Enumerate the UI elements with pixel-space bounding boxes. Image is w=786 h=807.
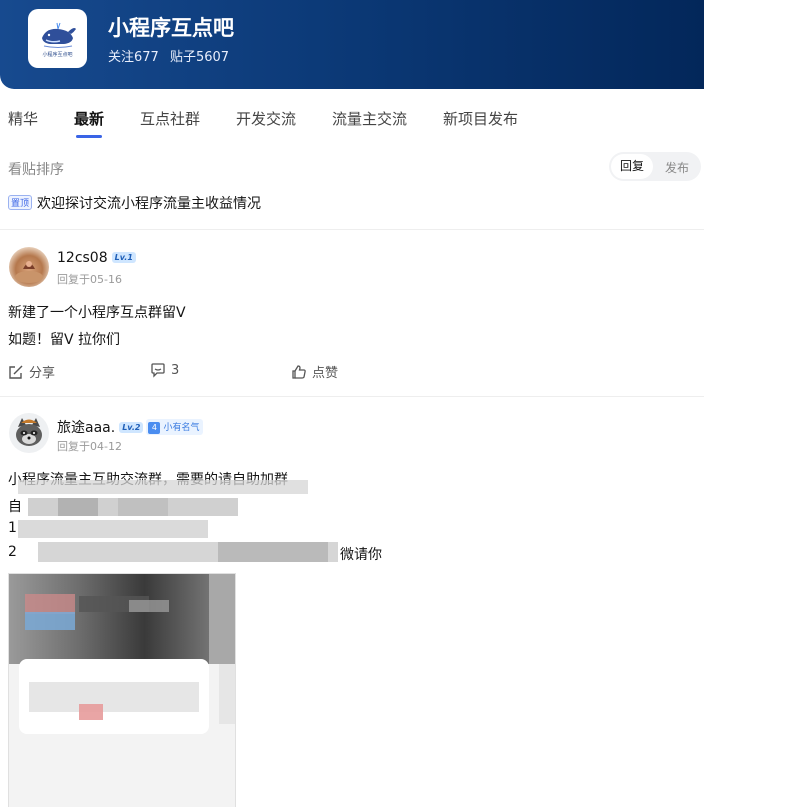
post-meta: 回复于05-16 xyxy=(57,273,122,286)
post-body: 如题！留V 拉你们 xyxy=(8,332,121,348)
level-badge: Lv.1 xyxy=(111,252,136,263)
post-title[interactable]: 新建了一个小程序互点群留V xyxy=(8,302,186,322)
tab-bar: 精华 最新 互点社群 开发交流 流量主交流 新项目发布 xyxy=(0,108,704,142)
post-count: 贴子5607 xyxy=(169,50,230,65)
divider xyxy=(0,229,704,230)
like-label: 点赞 xyxy=(312,366,339,381)
raccoon-avatar-icon xyxy=(16,418,42,446)
pinned-title: 欢迎探讨交流小程序流量主收益情况 xyxy=(37,196,262,212)
avatar[interactable] xyxy=(9,247,49,287)
censored-text-mosaic xyxy=(18,470,338,570)
post-author[interactable]: 12cs08 Lv.1 xyxy=(57,250,136,266)
tab-latest[interactable]: 最新 xyxy=(74,108,104,138)
sort-by-reply[interactable]: 回复 xyxy=(611,154,653,179)
page: 小程序互点吧 小程序互点吧 关注677 贴子5607 精华 最新 互点社群 开发… xyxy=(0,0,704,807)
share-button[interactable]: 分享 xyxy=(8,362,55,381)
post-line-end: 微请你 xyxy=(340,547,382,563)
follow-count: 关注677 xyxy=(108,50,159,65)
forum-header: 小程序互点吧 小程序互点吧 关注677 贴子5607 xyxy=(0,0,704,89)
username: 旅途aaa. xyxy=(57,420,116,436)
tab-traffic[interactable]: 流量主交流 xyxy=(332,108,407,137)
forum-logo[interactable]: 小程序互点吧 xyxy=(28,9,87,68)
diamond-icon: 4 xyxy=(148,422,161,434)
pinned-badge: 置顶 xyxy=(8,195,33,210)
tab-new-projects[interactable]: 新项目发布 xyxy=(443,108,518,137)
post-author[interactable]: 旅途aaa. Lv.2 4 小有名气 xyxy=(57,417,204,437)
sort-by-publish[interactable]: 发布 xyxy=(665,159,689,176)
share-label: 分享 xyxy=(29,366,56,381)
post-meta: 回复于04-12 xyxy=(57,440,122,453)
forum-stats: 关注677 贴子5607 xyxy=(108,46,236,65)
post-line: 2 xyxy=(8,544,17,560)
comment-icon xyxy=(151,363,165,378)
share-icon xyxy=(9,365,23,379)
forum-title: 小程序互点吧 xyxy=(108,16,234,40)
sort-label: 看贴排序 xyxy=(8,162,64,178)
post-line: 1 xyxy=(8,520,17,536)
username: 12cs08 xyxy=(57,250,108,266)
avatar-image-icon xyxy=(15,261,43,283)
tab-featured[interactable]: 精华 xyxy=(8,108,38,137)
tab-dev[interactable]: 开发交流 xyxy=(236,108,296,137)
pinned-post[interactable]: 置顶 欢迎探讨交流小程序流量主收益情况 xyxy=(8,193,261,213)
level-badge: Lv.2 xyxy=(119,422,144,433)
reputation-badge: 4 小有名气 xyxy=(146,419,204,435)
comment-count: 3 xyxy=(171,362,180,378)
comment-button[interactable]: 3 xyxy=(150,362,179,378)
sort-toggle: 回复 发布 xyxy=(609,152,701,181)
like-button[interactable]: 点赞 xyxy=(291,362,338,381)
logo-caption: 小程序互点吧 xyxy=(42,51,73,58)
tab-community[interactable]: 互点社群 xyxy=(140,108,200,137)
post-image[interactable] xyxy=(8,573,236,807)
reputation-text: 小有名气 xyxy=(163,423,200,433)
divider xyxy=(0,396,704,397)
whale-icon xyxy=(41,22,76,48)
avatar[interactable] xyxy=(9,413,49,453)
thumbs-up-icon xyxy=(292,364,306,379)
